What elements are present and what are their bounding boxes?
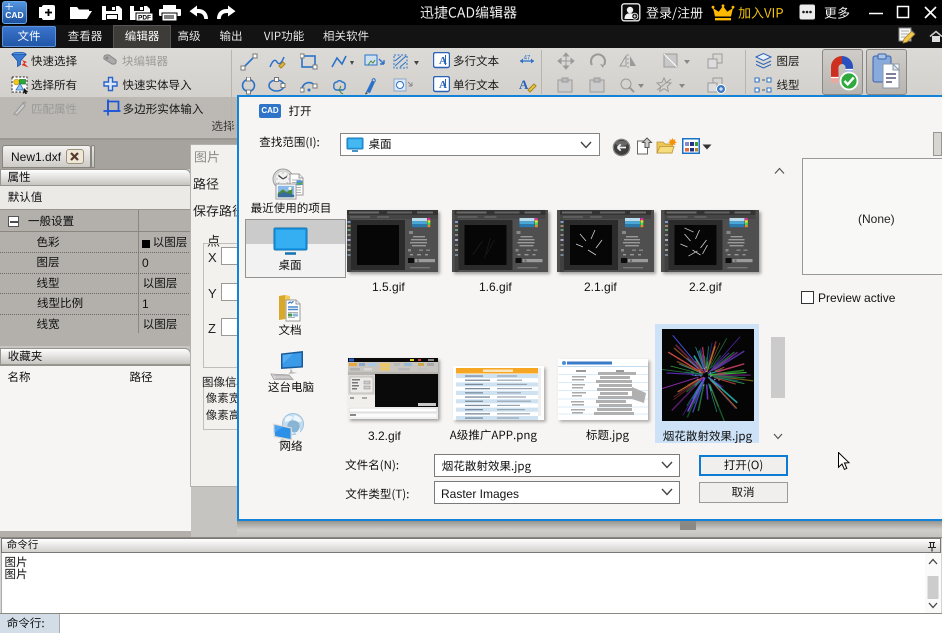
svg-text:CAD: CAD	[5, 10, 23, 20]
svg-text:A: A	[519, 77, 529, 92]
svg-text:47: 47	[524, 56, 531, 62]
svg-text:PDF: PDF	[138, 15, 151, 22]
